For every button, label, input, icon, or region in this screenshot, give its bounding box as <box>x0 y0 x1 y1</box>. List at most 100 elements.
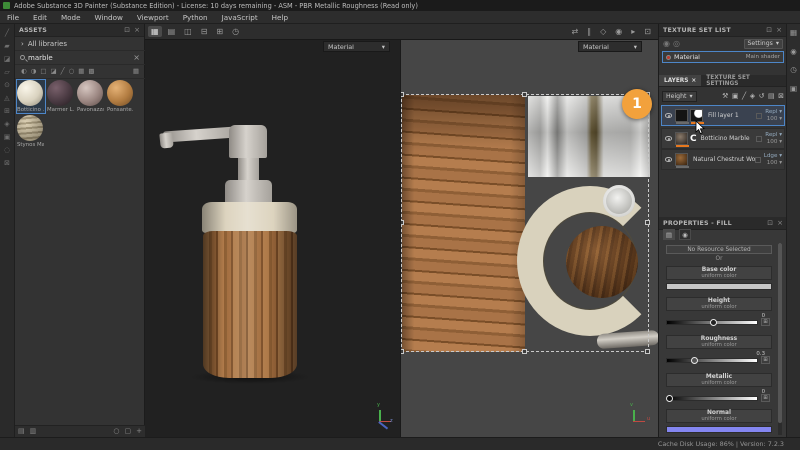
show-all-texture-sets-icon[interactable]: ◎ <box>673 39 680 48</box>
roughness-channel-button[interactable]: Roughness uniform color <box>666 335 772 349</box>
metallic-slider-knob[interactable] <box>666 395 673 402</box>
normal-swatch[interactable] <box>666 426 772 433</box>
add-smart-material-icon[interactable]: ◈ <box>750 93 755 100</box>
library-selector[interactable]: › All libraries <box>15 37 145 51</box>
screenshot-icon[interactable]: ⊡ <box>641 26 654 37</box>
viewport-3d[interactable]: Material ▾ y z <box>145 40 400 437</box>
selection-handle-mid-left[interactable] <box>401 220 404 225</box>
add-resource-icon[interactable]: + <box>136 428 142 435</box>
blend-mode-dropdown[interactable]: Ldge ▾ <box>764 153 782 159</box>
particles-tool-icon[interactable]: ◈ <box>4 121 9 128</box>
axis-gizmo-3d[interactable]: y z <box>373 402 399 429</box>
selection-handle-top-center[interactable] <box>522 92 527 97</box>
selection-handle-bottom-center[interactable] <box>522 349 527 354</box>
asset-ponsante[interactable]: Ponsante... <box>107 80 135 113</box>
selection-handle-bottom-right[interactable] <box>645 349 650 354</box>
layer-name[interactable]: Fill layer 1 <box>708 112 756 119</box>
selection-handle-bottom-left[interactable] <box>401 349 404 354</box>
layer-row-fill-layer-1[interactable]: Fill layer 1 Repl ▾ 100 ▾ <box>661 105 785 126</box>
add-paint-layer-icon[interactable]: ╱ <box>742 93 746 100</box>
paint-tool-icon[interactable]: ╱ <box>5 30 9 37</box>
properties-scrollbar[interactable] <box>778 243 782 435</box>
filter-materials-icon[interactable]: ◐ <box>21 68 27 75</box>
channel-filter-dropdown[interactable]: Height ▾ <box>662 91 697 102</box>
opacity-dropdown[interactable]: 100 ▾ <box>767 139 782 145</box>
roughness-slider[interactable] <box>666 357 758 364</box>
no-resource-selected[interactable]: No Resource Selected <box>666 245 772 254</box>
filter-environments-icon[interactable]: ▩ <box>88 68 94 75</box>
expand-view-icon[interactable]: ⊞ <box>213 26 226 37</box>
split-horizontal-icon[interactable]: ◫ <box>181 26 195 37</box>
menu-file[interactable]: File <box>0 11 26 24</box>
texture-set-row-material[interactable]: Material Main shader <box>662 51 784 63</box>
layer-link-box[interactable] <box>756 135 763 142</box>
delete-layer-icon[interactable]: ⊠ <box>778 93 784 100</box>
menu-python[interactable]: Python <box>176 11 215 24</box>
history-dock-icon[interactable]: ◷ <box>790 66 797 74</box>
viewport-2d[interactable]: Material ▾ v u <box>400 40 658 437</box>
perspective-icon[interactable]: ◇ <box>597 26 609 37</box>
pause-engine-icon[interactable]: ∥ <box>584 26 594 37</box>
dock-icon[interactable]: ⊡ <box>766 26 772 34</box>
filter-smart-masks-icon[interactable]: □ <box>40 68 46 75</box>
axis-gizmo-2d[interactable]: v u <box>627 402 653 428</box>
menu-edit[interactable]: Edit <box>26 11 54 24</box>
normal-channel-button[interactable]: Normal uniform color <box>666 409 772 423</box>
menu-window[interactable]: Window <box>88 11 130 24</box>
layer-row-botticino-marble[interactable]: C Botticino Marble Repl ▾ 100 ▾ <box>661 128 785 149</box>
assets-dock-icon[interactable]: ▦ <box>790 29 797 37</box>
metallic-slider[interactable] <box>666 395 758 402</box>
close-icon[interactable]: × <box>777 219 783 227</box>
text-tool-icon[interactable]: ▣ <box>4 134 11 141</box>
asset-botticino[interactable]: Botticino ... <box>16 79 46 114</box>
view-grid-layout-icon[interactable]: ▤ <box>165 26 179 37</box>
filter-textures-icon[interactable]: ▦ <box>78 68 84 75</box>
open-folder-icon[interactable]: ▢ <box>125 428 132 435</box>
height-channel-button[interactable]: Height uniform color <box>666 297 772 311</box>
texture-set-settings-button[interactable]: Settings ▾ <box>743 38 783 49</box>
roughness-slider-knob[interactable] <box>691 357 698 364</box>
video-capture-icon[interactable]: ▸ <box>628 26 638 37</box>
sync-views-icon[interactable]: ⇄ <box>568 26 581 37</box>
shader-label[interactable]: Main shader <box>746 54 780 60</box>
clone-tool-icon[interactable]: ◬ <box>4 95 9 102</box>
opacity-dropdown[interactable]: 100 ▾ <box>767 160 782 166</box>
menu-viewport[interactable]: Viewport <box>130 11 176 24</box>
metallic-stepper-icon[interactable]: ⊞ <box>761 394 770 402</box>
dock-icon[interactable]: ⊡ <box>124 26 130 34</box>
layer-link-box[interactable] <box>756 112 763 119</box>
close-icon[interactable]: × <box>691 78 696 84</box>
close-icon[interactable]: × <box>134 26 140 34</box>
close-icon[interactable]: × <box>776 26 782 34</box>
layer-name[interactable]: Natural Chestnut Wood <box>693 156 755 163</box>
layer-row-natural-chestnut-wood[interactable]: Natural Chestnut Wood Ldge ▾ 100 ▾ <box>661 149 785 170</box>
view-3d2d-layout-icon[interactable]: ▦ <box>148 26 162 37</box>
display-settings-icon[interactable]: ◉ <box>612 26 625 37</box>
blend-mode-dropdown[interactable]: Repl ▾ <box>765 132 782 138</box>
tab-layers[interactable]: LAYERS × <box>659 75 702 86</box>
grid-view-icon[interactable]: ▦ <box>133 68 139 75</box>
symmetry-tool-icon[interactable]: ⊠ <box>4 160 10 167</box>
selection-handle-top-left[interactable] <box>401 92 404 97</box>
selection-handle-mid-right[interactable] <box>645 220 650 225</box>
roughness-stepper-icon[interactable]: ⊞ <box>761 356 770 364</box>
material-dropdown-2d[interactable]: Material ▾ <box>578 41 642 52</box>
lazy-mouse-icon[interactable]: ◌ <box>4 147 10 154</box>
add-effect-icon[interactable]: ⚒ <box>722 93 728 100</box>
visibility-eye-icon[interactable] <box>665 157 672 162</box>
transform-selection-frame[interactable] <box>401 94 649 352</box>
eraser-tool-icon[interactable]: ▰ <box>4 43 9 50</box>
height-slider-knob[interactable] <box>710 319 717 326</box>
filter-alphas-icon[interactable]: ○ <box>69 68 75 75</box>
filter-filters-icon[interactable]: ◪ <box>51 68 57 75</box>
filter-texture-sets-icon[interactable]: ◉ <box>663 39 670 48</box>
height-stepper-icon[interactable]: ⊞ <box>761 318 770 326</box>
smudge-tool-icon[interactable]: ⊙ <box>4 82 10 89</box>
opacity-dropdown[interactable]: 100 ▾ <box>767 116 782 122</box>
visibility-eye-icon[interactable] <box>665 136 672 141</box>
base-color-swatch[interactable] <box>666 283 772 290</box>
visibility-eye-icon[interactable] <box>665 113 672 118</box>
height-slider[interactable] <box>666 319 758 326</box>
shelf-dock-icon[interactable]: ▣ <box>790 84 797 93</box>
preview-sphere-tab-icon[interactable]: ◉ <box>679 229 691 240</box>
